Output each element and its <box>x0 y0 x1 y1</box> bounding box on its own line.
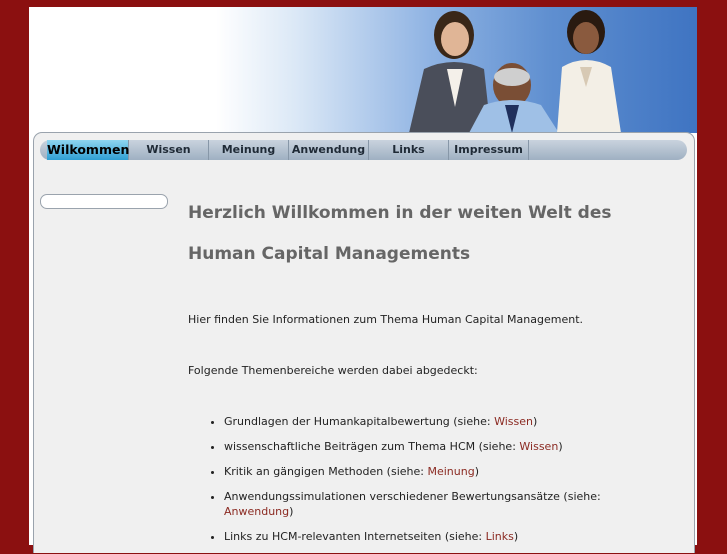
link-meinung[interactable]: Meinung <box>427 465 474 478</box>
list-item: Links zu HCM-relevanten Internetseiten (… <box>224 529 668 544</box>
topics-intro: Folgende Themenbereiche werden dabei abg… <box>188 364 478 377</box>
nav-item-links[interactable]: Links <box>369 140 449 160</box>
topic-list: Grundlagen der Humankapitalbewertung (si… <box>188 414 668 544</box>
link-links[interactable]: Links <box>486 530 514 543</box>
content-box: Wilkommen Wissen Meinung Anwendung Links… <box>33 132 695 553</box>
nav-item-wissen[interactable]: Wissen <box>129 140 209 160</box>
banner-photo <box>409 10 621 133</box>
nav-item-anwendung[interactable]: Anwendung <box>289 140 369 160</box>
list-item: Grundlagen der Humankapitalbewertung (si… <box>224 414 668 429</box>
link-wissen[interactable]: Wissen <box>494 415 533 428</box>
list-item: Kritik an gängigen Methoden (siehe: Mein… <box>224 464 668 479</box>
link-anwendung[interactable]: Anwendung <box>224 505 289 518</box>
link-wissen-2[interactable]: Wissen <box>519 440 558 453</box>
main-nav: Wilkommen Wissen Meinung Anwendung Links… <box>40 140 687 160</box>
list-item: Anwendungssimulationen verschiedener Bew… <box>224 489 668 519</box>
page: Wilkommen Wissen Meinung Anwendung Links… <box>29 7 697 553</box>
main-content: Herzlich Willkommen in der weiten Welt d… <box>188 193 668 554</box>
nav-item-meinung[interactable]: Meinung <box>209 140 289 160</box>
sidebar-box <box>40 194 168 209</box>
nav-item-wilkommen[interactable]: Wilkommen <box>47 140 129 160</box>
page-title: Herzlich Willkommen in der weiten Welt d… <box>188 193 668 275</box>
nav-item-impressum[interactable]: Impressum <box>449 140 529 160</box>
intro-text: Hier finden Sie Informationen zum Thema … <box>188 313 584 326</box>
title-line-1: Herzlich Willkommen in der weiten Welt d… <box>188 203 612 223</box>
list-item: wissenschaftliche Beiträgen zum Thema HC… <box>224 439 668 454</box>
header-banner <box>29 7 697 133</box>
title-line-2: Human Capital Managements <box>188 244 471 264</box>
